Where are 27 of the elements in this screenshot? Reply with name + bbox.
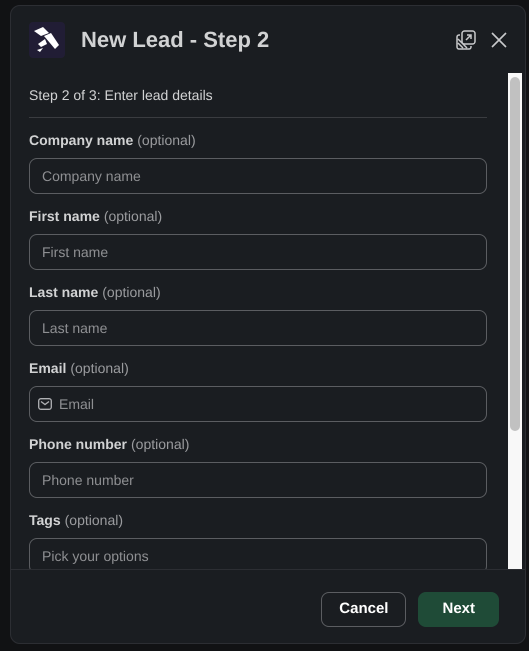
next-button[interactable]: Next: [418, 592, 499, 627]
text-field[interactable]: Company name: [29, 158, 487, 194]
step-subtitle: Step 2 of 3: Enter lead details: [29, 73, 487, 118]
optional-hint: (optional): [131, 435, 190, 453]
envelope-icon: [38, 398, 52, 410]
optional-hint: (optional): [104, 207, 162, 225]
logo-icon: [29, 22, 65, 58]
field-label: Phone number: [29, 435, 128, 453]
popout-icon[interactable]: [455, 28, 477, 50]
field-label: Company name: [29, 131, 134, 149]
tags-select[interactable]: Pick your options: [29, 538, 487, 569]
field-label: Email: [29, 359, 66, 377]
text-field[interactable]: Last name: [29, 310, 487, 346]
text-field[interactable]: First name: [29, 234, 487, 270]
close-icon[interactable]: [489, 30, 509, 50]
optional-hint: (optional): [102, 283, 161, 301]
cancel-button[interactable]: Cancel: [321, 592, 406, 627]
optional-hint: (optional): [137, 131, 196, 149]
dialog-title: New Lead - Step 2: [81, 26, 270, 54]
email-field[interactable]: Email: [29, 386, 487, 422]
field-label: Tags: [29, 511, 61, 529]
field-label: First name: [29, 207, 100, 225]
field-label: Last name: [29, 283, 98, 301]
optional-hint: (optional): [70, 359, 129, 377]
scrollbar[interactable]: [508, 73, 522, 569]
text-field[interactable]: Phone number: [29, 462, 487, 498]
optional-hint: (optional): [64, 511, 124, 529]
